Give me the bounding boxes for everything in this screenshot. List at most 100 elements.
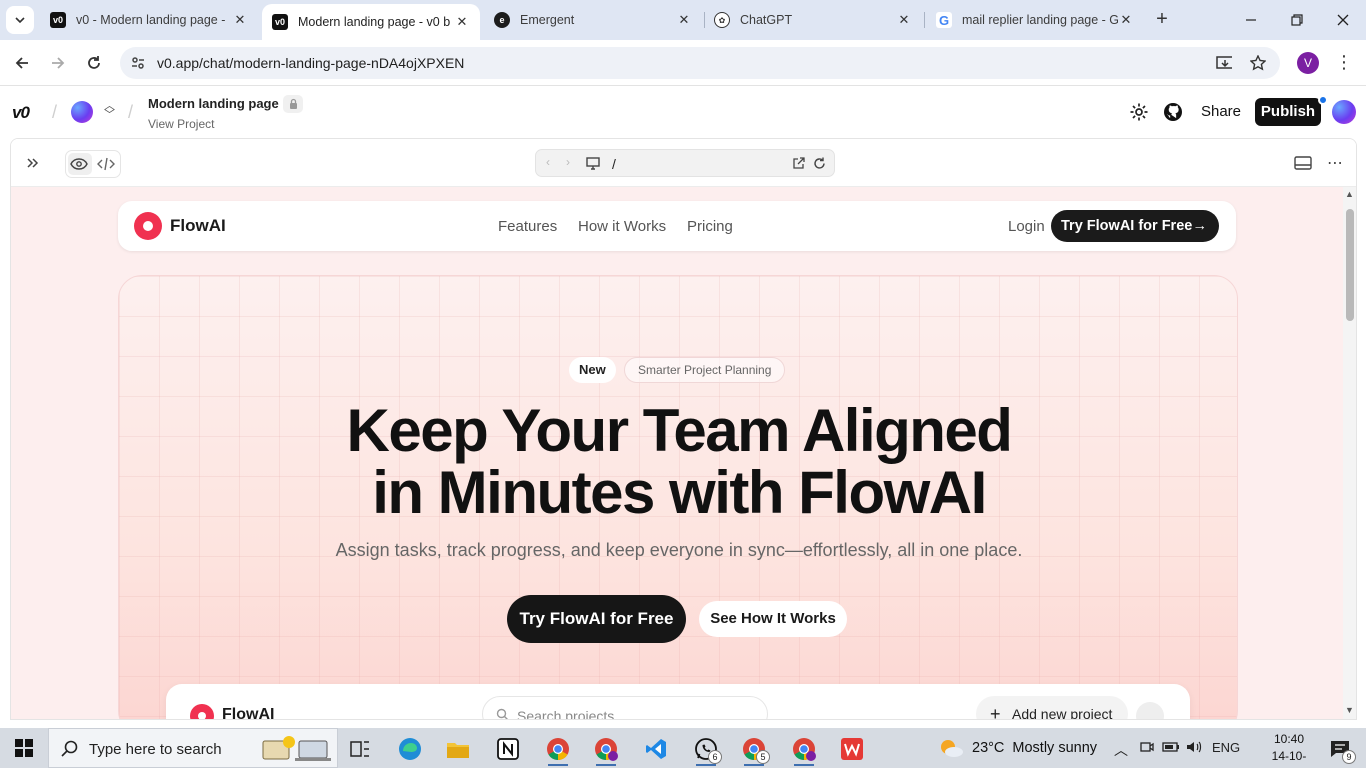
new-tab-button[interactable]: +	[1150, 8, 1174, 32]
share-button[interactable]: Share	[1194, 98, 1248, 126]
notion-icon[interactable]	[488, 732, 528, 766]
try-free-button[interactable]: Try FlowAI for Free	[507, 595, 686, 643]
battery-icon[interactable]	[1162, 740, 1180, 757]
preview-eye-icon[interactable]	[67, 152, 91, 176]
nav-link-features[interactable]: Features	[498, 218, 557, 235]
desktop-monitor-icon[interactable]	[586, 157, 600, 170]
browser-tab[interactable]: v0 v0 - Modern landing page - ✕	[40, 4, 258, 36]
partly-sunny-icon	[941, 740, 963, 757]
notification-count-badge: 9	[1342, 750, 1356, 764]
nav-try-free-button[interactable]: Try FlowAI for Free →	[1051, 210, 1219, 242]
mockup-avatar	[1136, 702, 1164, 719]
login-link[interactable]: Login	[1008, 218, 1045, 235]
nav-link-pricing[interactable]: Pricing	[687, 218, 733, 235]
preview-path: /	[612, 156, 616, 172]
taskbar-search-box[interactable]: Type here to search	[48, 728, 338, 768]
refresh-icon[interactable]	[813, 157, 826, 170]
close-icon[interactable]: ✕	[896, 12, 912, 28]
open-external-icon[interactable]	[792, 157, 805, 170]
whatsapp-icon[interactable]: 6	[686, 732, 726, 766]
preview-url-bar[interactable]: ‹ › /	[535, 149, 835, 177]
preview-back-icon[interactable]: ‹	[546, 155, 550, 169]
weather-condition: Mostly sunny	[1012, 740, 1098, 756]
project-name[interactable]: Modern landing page	[148, 96, 279, 111]
flowai-logo-icon[interactable]	[134, 212, 162, 240]
tray-chevron-up-icon[interactable]: ︿	[1114, 740, 1128, 760]
tab-title: Modern landing page - v0 b	[298, 15, 451, 29]
mockup-logo-icon	[190, 704, 214, 719]
tab-search-button[interactable]	[6, 6, 34, 34]
hero-subheadline: Assign tasks, track progress, and keep e…	[335, 540, 1023, 560]
restore-icon	[1291, 14, 1303, 26]
back-button[interactable]	[8, 49, 36, 77]
windows-start-button[interactable]	[0, 728, 48, 768]
file-explorer-icon[interactable]	[438, 732, 478, 766]
wps-office-icon[interactable]	[832, 732, 872, 766]
close-icon[interactable]: ✕	[232, 12, 248, 28]
github-icon[interactable]	[1162, 101, 1184, 123]
tab-title: Emergent	[520, 13, 575, 27]
address-bar[interactable]: v0.app/chat/modern-landing-page-nDA4ojXP…	[120, 47, 1280, 79]
nav-link-how-it-works[interactable]: How it Works	[578, 218, 666, 235]
close-icon[interactable]: ✕	[1118, 12, 1134, 28]
more-options-icon[interactable]: ⋯	[1323, 151, 1347, 175]
preview-scrollbar[interactable]: ▲ ▼	[1343, 187, 1356, 719]
bookmark-star-icon[interactable]	[1250, 55, 1266, 71]
v0-favicon-icon: v0	[50, 12, 66, 28]
notification-center-icon[interactable]: 9	[1318, 732, 1362, 766]
scroll-down-icon[interactable]: ▼	[1345, 705, 1354, 715]
team-avatar[interactable]	[71, 101, 93, 123]
see-how-it-works-button[interactable]: See How It Works	[699, 601, 847, 637]
chrome-profile-s-icon[interactable]: 5	[734, 732, 774, 766]
view-project-link[interactable]: View Project	[148, 117, 214, 131]
settings-gear-icon[interactable]	[1128, 101, 1150, 123]
publish-button[interactable]: Publish	[1255, 98, 1321, 126]
v0-logo[interactable]: v0	[12, 103, 30, 123]
code-icon[interactable]	[94, 152, 118, 176]
add-new-project-button[interactable]: Add new project	[976, 696, 1128, 719]
browser-tab[interactable]: ✿ ChatGPT ✕	[704, 4, 922, 36]
edge-browser-icon[interactable]	[390, 732, 430, 766]
forward-button[interactable]	[44, 49, 72, 77]
site-brand[interactable]: FlowAI	[170, 216, 226, 236]
chrome-badge: 5	[756, 750, 770, 764]
browser-tab[interactable]: G mail replier landing page - G ✕	[926, 4, 1144, 36]
meet-now-icon[interactable]	[1140, 740, 1154, 757]
windows-logo-icon	[15, 739, 33, 757]
expand-sidebar-icon[interactable]	[21, 151, 45, 175]
language-indicator[interactable]: ENG	[1212, 740, 1240, 755]
browser-menu-icon[interactable]: ⋮	[1334, 52, 1354, 74]
restore-button[interactable]	[1274, 0, 1320, 40]
chevron-down-icon	[15, 17, 25, 24]
mockup-search-input[interactable]: Search projects	[482, 696, 768, 719]
chrome-active-icon[interactable]	[784, 732, 824, 766]
browser-tab[interactable]: e Emergent ✕	[484, 4, 702, 36]
chrome-profile-v-icon[interactable]	[586, 732, 626, 766]
close-icon[interactable]: ✕	[454, 14, 470, 30]
chrome-profile-icon[interactable]	[538, 732, 578, 766]
install-app-icon[interactable]	[1216, 55, 1232, 71]
site-settings-icon[interactable]	[130, 55, 146, 71]
task-view-icon[interactable]	[340, 732, 380, 766]
toggle-panel-icon[interactable]	[1291, 151, 1315, 175]
scroll-up-icon[interactable]: ▲	[1345, 189, 1354, 199]
preview-toolbar: ‹ › / ⋯	[11, 139, 1356, 187]
chatgpt-favicon-icon: ✿	[714, 12, 730, 28]
preview-forward-icon[interactable]: ›	[566, 155, 570, 169]
whatsapp-badge: 6	[708, 750, 722, 764]
minimize-button[interactable]	[1228, 0, 1274, 40]
close-icon[interactable]: ✕	[676, 12, 692, 28]
scrollbar-thumb[interactable]	[1346, 209, 1354, 321]
reload-button[interactable]	[80, 49, 108, 77]
vscode-icon[interactable]	[636, 732, 676, 766]
chevron-up-down-icon[interactable]: ︿ ﹀	[104, 101, 115, 121]
clock[interactable]: 10:40 14-10-2025	[1262, 731, 1316, 768]
profile-avatar[interactable]: V	[1297, 52, 1319, 74]
browser-tab-active[interactable]: v0 Modern landing page - v0 b ✕	[262, 4, 480, 40]
preview-panel: ‹ › / ⋯ FlowAI Features How it Works Pri…	[10, 138, 1357, 720]
user-avatar[interactable]	[1332, 100, 1356, 124]
close-window-button[interactable]	[1320, 0, 1366, 40]
weather-widget[interactable]: 23°C Mostly sunny	[938, 728, 1097, 768]
volume-icon[interactable]	[1186, 740, 1202, 757]
nav-cta-label: Try FlowAI for Free	[1061, 218, 1193, 234]
